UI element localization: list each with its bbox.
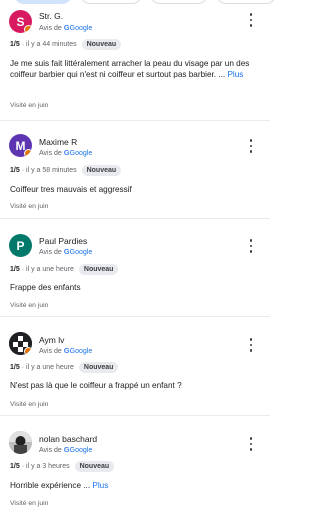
more-link[interactable]: Plus	[227, 70, 243, 79]
new-badge: Nouveau	[74, 461, 115, 472]
reviewer-name[interactable]: Str. G.	[39, 11, 63, 21]
source-name: Google	[69, 25, 93, 32]
local-guide-badge-icon	[24, 25, 32, 33]
reviewer-name[interactable]: Aym lv	[39, 335, 64, 345]
more-options-icon[interactable]	[247, 139, 255, 153]
review-card: P Paul Pardies Avis de GGoogle 1/5 · il …	[0, 219, 270, 317]
review-text: Horrible expérience ... Plus	[10, 480, 262, 491]
reviewer-name[interactable]: Maxime R	[39, 137, 77, 147]
new-badge: Nouveau	[81, 39, 122, 50]
visit-date: Visité en juin	[10, 302, 49, 309]
review-meta: 1/5 · il y a 44 minutes Nouveau	[10, 39, 122, 50]
source-name: Google	[69, 348, 93, 355]
local-guide-badge-icon	[24, 149, 32, 157]
review-text: Coiffeur tres mauvais et aggressif	[10, 184, 262, 195]
review-card: S Str. G. Avis de GGoogle 1/5 · il y a 4…	[0, 0, 270, 121]
more-link[interactable]: Plus	[92, 481, 108, 490]
review-meta: 1/5 · il y a 3 heures Nouveau	[10, 461, 115, 472]
avatar[interactable]: P	[9, 234, 32, 257]
more-options-icon[interactable]	[247, 437, 255, 451]
review-source: Avis de GGoogle	[39, 23, 92, 32]
avatar-letter: P	[16, 238, 25, 253]
review-card: Aym lv Avis de GGoogle 1/5 · il y a une …	[0, 317, 270, 416]
reviewer-name[interactable]: Paul Pardies	[39, 236, 87, 246]
review-time: · il y a 3 heures	[21, 463, 70, 470]
review-card: nolan baschard Avis de GGoogle 1/5 · il …	[0, 416, 270, 512]
new-badge: Nouveau	[78, 362, 119, 373]
review-text: Je me suis fait littéralement arracher l…	[10, 58, 262, 81]
review-meta: 1/5 · il y a une heure Nouveau	[10, 264, 119, 275]
review-text: Frappe des enfants	[10, 282, 262, 293]
review-time: · il y a une heure	[21, 364, 74, 371]
source-prefix: Avis de	[39, 25, 62, 32]
new-badge: Nouveau	[78, 264, 119, 275]
review-text-content: Coiffeur tres mauvais et aggressif	[10, 185, 132, 194]
rating: 1/5	[10, 463, 20, 470]
more-options-icon[interactable]	[247, 239, 255, 253]
avatar-letter: S	[16, 14, 25, 29]
source-prefix: Avis de	[39, 249, 62, 256]
review-time: · il y a une heure	[21, 266, 74, 273]
review-meta: 1/5 · il y a une heure Nouveau	[10, 362, 119, 373]
review-source: Avis de GGoogle	[39, 346, 92, 355]
review-source: Avis de GGoogle	[39, 445, 92, 454]
more-options-icon[interactable]	[247, 13, 255, 27]
review-card: M Maxime R Avis de GGoogle 1/5 · il y a …	[0, 121, 270, 219]
review-text: N'est pas là que le coiffeur a frappé un…	[10, 380, 262, 391]
source-prefix: Avis de	[39, 447, 62, 454]
review-source: Avis de GGoogle	[39, 247, 92, 256]
reviewer-name[interactable]: nolan baschard	[39, 434, 97, 444]
more-options-icon[interactable]	[247, 338, 255, 352]
rating: 1/5	[10, 167, 20, 174]
avatar[interactable]: M	[9, 134, 32, 157]
rating: 1/5	[10, 41, 20, 48]
source-name: Google	[69, 150, 93, 157]
avatar[interactable]	[9, 332, 32, 355]
review-time: · il y a 58 minutes	[21, 167, 77, 174]
rating: 1/5	[10, 266, 20, 273]
source-prefix: Avis de	[39, 150, 62, 157]
visit-date: Visité en juin	[10, 203, 49, 210]
new-badge: Nouveau	[81, 165, 122, 176]
local-guide-badge-icon	[24, 347, 32, 355]
source-name: Google	[69, 447, 93, 454]
rating: 1/5	[10, 364, 20, 371]
avatar[interactable]: S	[9, 10, 32, 33]
avatar[interactable]	[9, 431, 32, 454]
review-text-content: Je me suis fait littéralement arracher l…	[10, 59, 250, 80]
source-name: Google	[69, 249, 93, 256]
review-source: Avis de GGoogle	[39, 148, 92, 157]
review-text-content: Horrible expérience ...	[10, 481, 91, 490]
photo-avatar-icon	[9, 431, 32, 454]
review-meta: 1/5 · il y a 58 minutes Nouveau	[10, 165, 122, 176]
visit-date: Visité en juin	[10, 102, 49, 109]
visit-date: Visité en juin	[10, 500, 49, 507]
review-text-content: Frappe des enfants	[10, 283, 81, 292]
review-time: · il y a 44 minutes	[21, 41, 77, 48]
source-prefix: Avis de	[39, 348, 62, 355]
review-text-content: N'est pas là que le coiffeur a frappé un…	[10, 381, 182, 390]
visit-date: Visité en juin	[10, 401, 49, 408]
